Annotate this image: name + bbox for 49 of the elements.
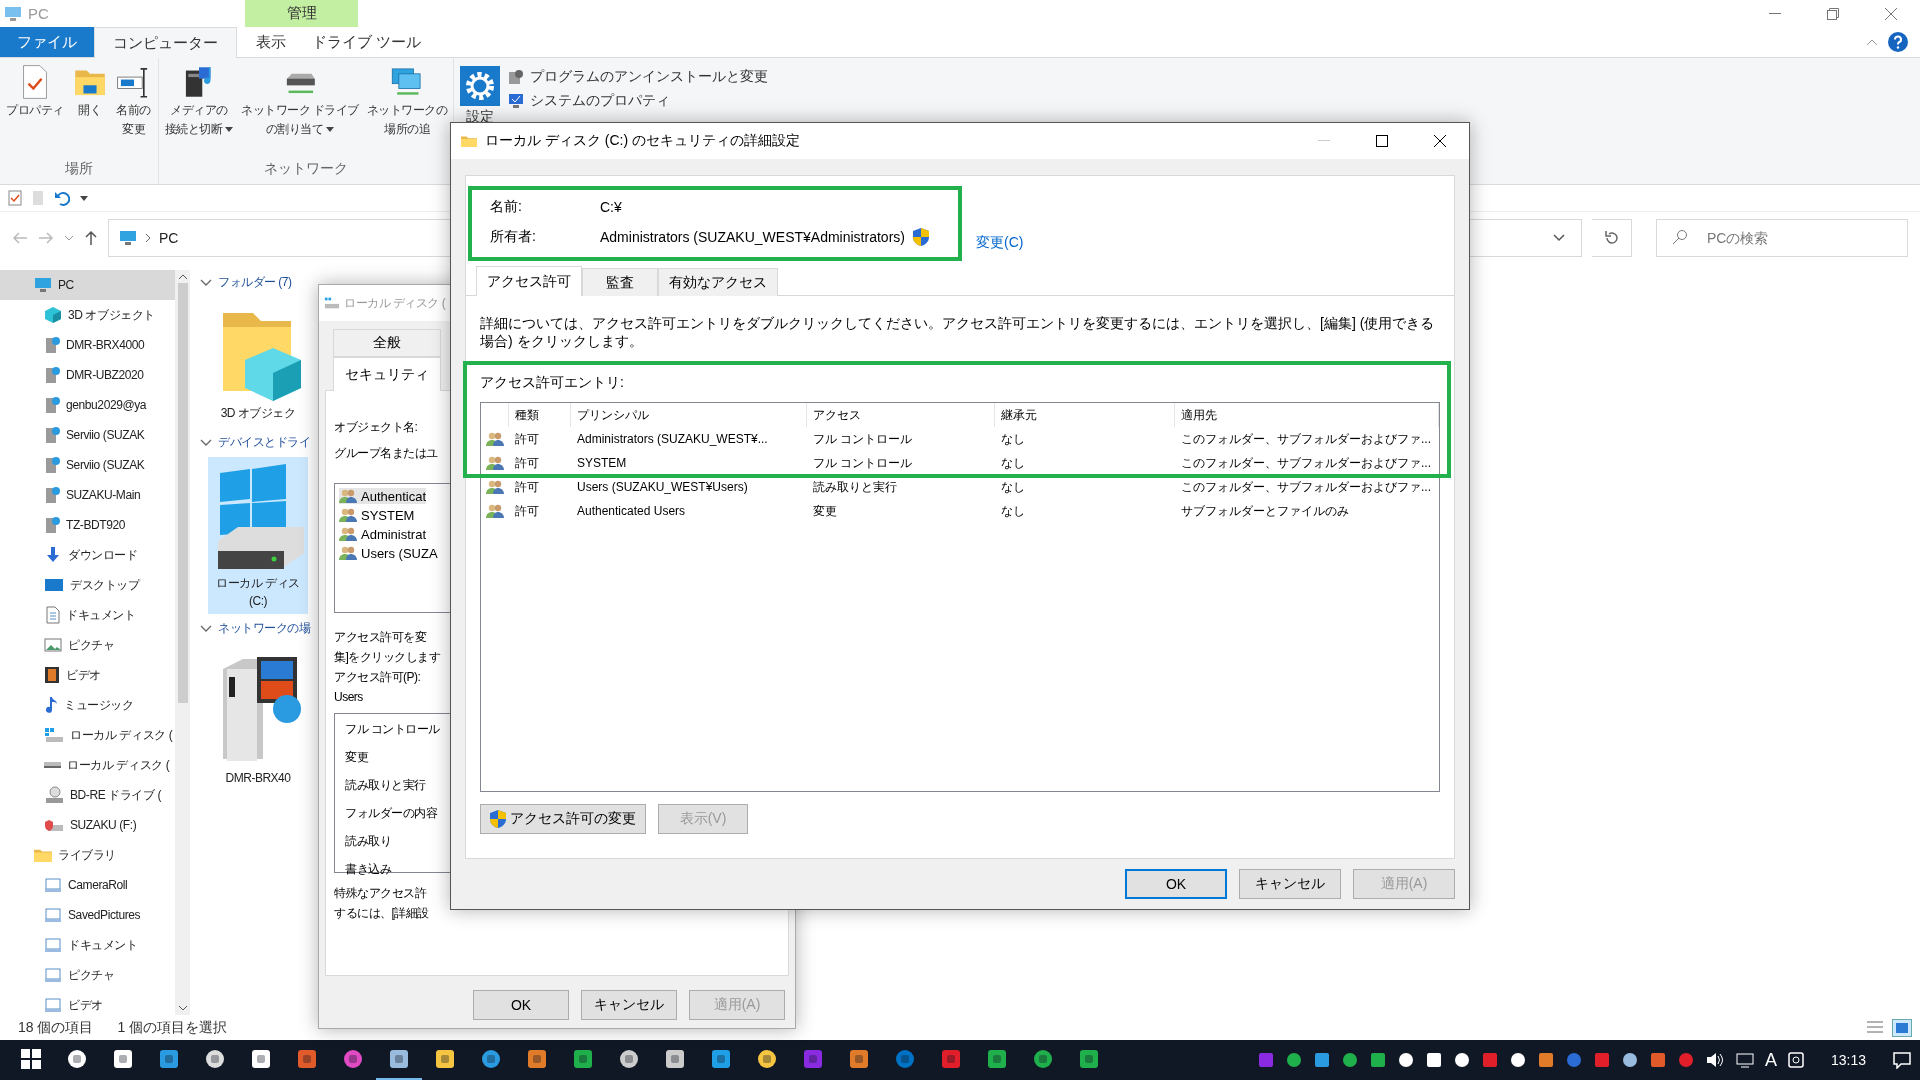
field-label: グループ名またはユ [334, 445, 438, 462]
status-text: 1 個の項目を選択 [117, 1018, 228, 1037]
permission-name: 変更 [344, 749, 368, 766]
field-label: 所有者: [490, 228, 537, 246]
permission-name: 書き込み [344, 861, 391, 878]
table-cell-text: Users (SUZAKU_WEST¥Users) [576, 480, 749, 494]
help-text: 集]をクリックします [334, 649, 441, 666]
section-label: アクセス許可エントリ: [480, 374, 625, 392]
help-text: アクセス許可(P): [334, 669, 421, 686]
table-cell-text: フル コントロール [812, 454, 914, 472]
table-cell-text: 変更 [812, 502, 838, 520]
permission-name: フォルダーの内容 [344, 805, 437, 822]
table-cell-text: フル コントロール [812, 430, 914, 448]
field-value: C:¥ [600, 199, 623, 215]
table-cell-text: なし [1000, 430, 1026, 448]
dialog-title: ローカル ディスク (C:) のセキュリティの詳細設定 [485, 132, 800, 150]
table-cell-text: 許可 [514, 478, 540, 496]
table-cell-text: Authenticated Users [576, 504, 687, 518]
description-text: 詳細については、アクセス許可エントリをダブルクリックしてください。アクセス許可エントリを変更するには、エントリを選択し、[編集] (使用できる場合) をクリックします。 [480, 314, 1436, 350]
help-text: アクセス許可を変 [334, 629, 426, 646]
table-cell-text: このフォルダー、サブフォルダーおよびファ... [1180, 454, 1432, 472]
field-label: 名前: [490, 198, 523, 216]
status-text: 18 個の項目 [18, 1018, 94, 1037]
table-cell-text: なし [1000, 478, 1026, 496]
table-cell-text: 許可 [514, 502, 540, 520]
ribbon-group-label: 場所 [63, 159, 94, 178]
table-cell-text: このフォルダー、サブフォルダーおよびファ... [1180, 430, 1432, 448]
window-title: PC [28, 5, 49, 22]
permission-name: 読み取り [344, 833, 391, 850]
table-cell-text: なし [1000, 454, 1026, 472]
permission-name: フル コントロール [344, 721, 440, 738]
table-cell-text: Administrators (SUZAKU_WEST¥... [576, 432, 769, 446]
context-tab-header: 管理 [245, 0, 358, 27]
help-text: するには、[詳細設 [334, 905, 429, 922]
help-text: 特殊なアクセス許 [334, 885, 426, 902]
field-value: Administrators (SUZAKU_WEST¥Administrators) [600, 229, 905, 245]
address-text: PC [159, 230, 179, 246]
ribbon-group-label: ネットワーク [262, 159, 349, 178]
permission-name: 読み取りと実行 [344, 777, 426, 794]
field-label: オブジェクト名: [334, 419, 418, 436]
table-cell-text: なし [1000, 502, 1026, 520]
dialog-title: ローカル ディスク ( [344, 294, 446, 312]
table-cell-text: 許可 [514, 430, 540, 448]
help-text: Users [334, 689, 363, 706]
table-cell-text: このフォルダー、サブフォルダーおよびファ... [1180, 478, 1432, 496]
table-cell-text: 許可 [514, 454, 540, 472]
table-cell-text: 読み取りと実行 [812, 478, 898, 496]
table-cell-text: SYSTEM [576, 456, 628, 470]
table-cell-text: サブフォルダーとファイルのみ [1180, 502, 1350, 520]
